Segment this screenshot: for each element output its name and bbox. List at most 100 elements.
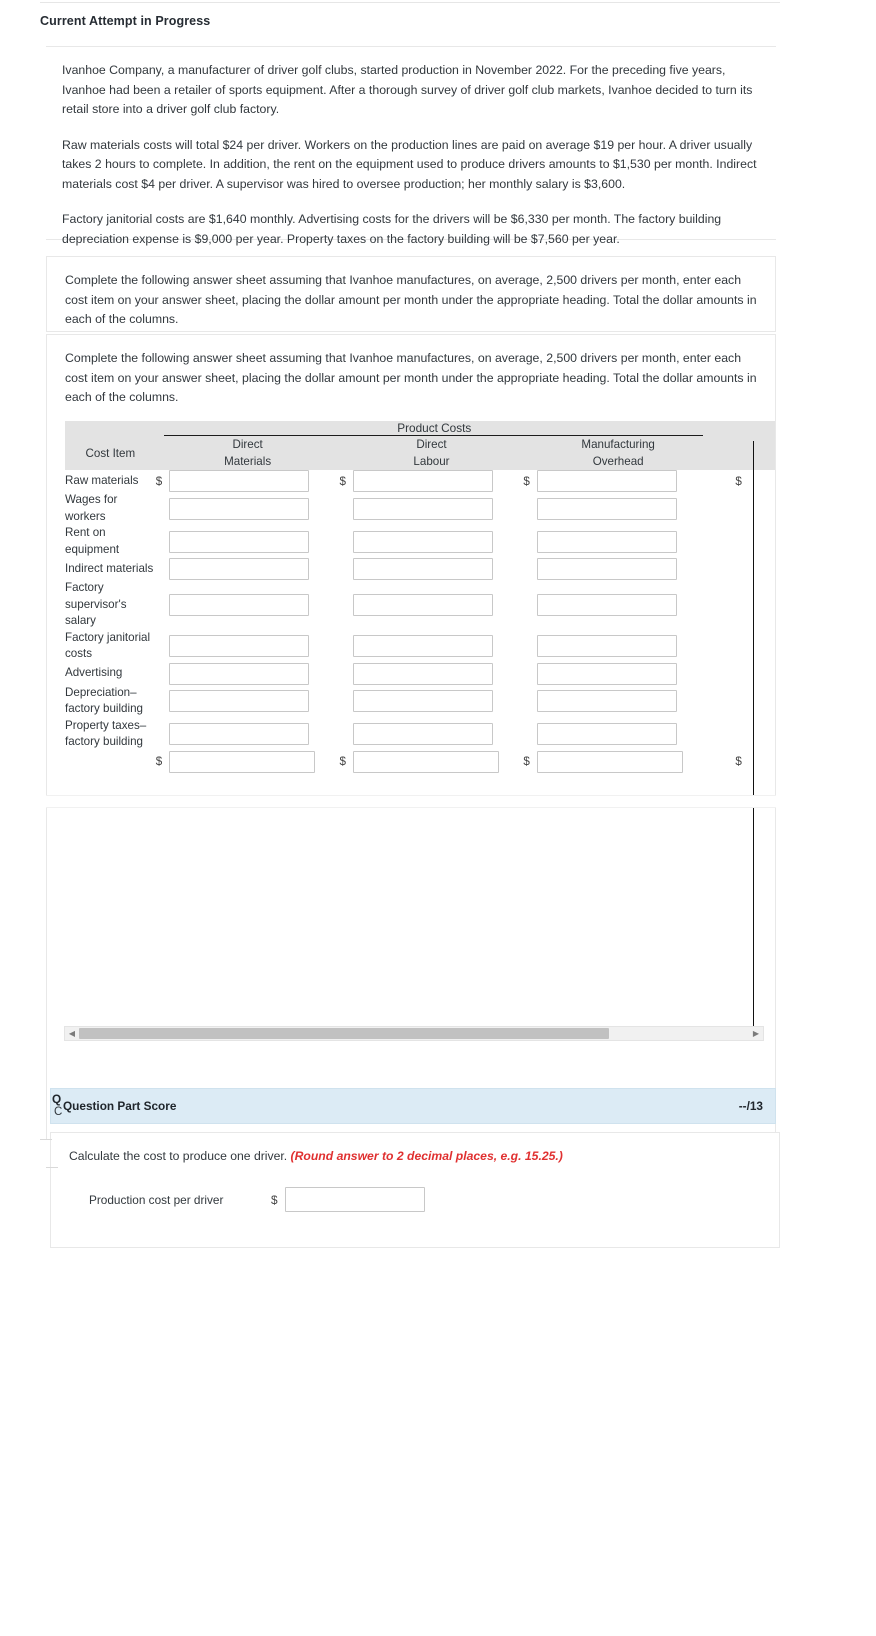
input-manufacturing-overhead-row-4[interactable] xyxy=(536,593,677,616)
header-direct-labour-line1: Direct xyxy=(416,438,447,451)
row-label: Advertising xyxy=(65,666,123,680)
row-1-dollar-manufacturing-overhead xyxy=(523,492,537,525)
cell-manufacturing-overhead-row-2 xyxy=(536,525,713,558)
cell-direct-labour-row-2 xyxy=(353,525,523,558)
row-8-dollar-direct-materials xyxy=(156,718,170,751)
row-gap xyxy=(713,525,735,558)
cell-direct-materials-row-7 xyxy=(169,685,339,718)
cost-table-scroll-viewport[interactable]: Product Costs Cost Item Direct Materials… xyxy=(65,421,775,1041)
row-4-dollar-manufacturing-overhead xyxy=(523,580,537,630)
production-cost-input[interactable] xyxy=(285,1187,425,1212)
row-5-dollar-direct-labour xyxy=(340,630,354,663)
cell-direct-labour-row-4 xyxy=(353,580,523,630)
cell-direct-labour-row-5 xyxy=(353,630,523,663)
table-row: Wages for workers xyxy=(65,492,775,525)
input-manufacturing-overhead-row-8[interactable] xyxy=(536,723,677,745)
row-gap xyxy=(713,663,735,685)
row-6-dollar-period xyxy=(735,663,749,685)
table-column-header-row: Cost Item Direct Materials Direct Labour… xyxy=(65,436,775,470)
production-cost-label: Production cost per driver xyxy=(89,1192,224,1207)
header-direct-labour: Direct Labour xyxy=(339,436,524,470)
row-4-dollar-direct-labour xyxy=(340,580,354,630)
row-5-dollar-manufacturing-overhead xyxy=(523,630,537,663)
instruction-card-upper: Complete the following answer sheet assu… xyxy=(46,256,776,332)
row-0-dollar-direct-materials: $ xyxy=(155,474,163,488)
cell-direct-materials-row-4 xyxy=(169,580,339,630)
input-direct-materials-row-5[interactable] xyxy=(169,635,310,657)
cell-direct-labour-row-6 xyxy=(353,662,523,685)
input-direct-materials-row-3[interactable] xyxy=(169,558,310,580)
row-8-dollar-direct-labour xyxy=(340,718,354,751)
input-direct-materials-row-4[interactable] xyxy=(169,593,310,616)
input-direct-labour-row-7[interactable] xyxy=(353,690,494,712)
input-direct-labour-row-8[interactable] xyxy=(353,723,494,745)
row-label: Factory janitorial costs xyxy=(65,630,151,661)
row-2-dollar-period xyxy=(735,525,749,558)
input-direct-labour-row-1[interactable] xyxy=(353,497,494,520)
input-manufacturing-overhead-row-7[interactable] xyxy=(536,690,677,712)
card-divider-top xyxy=(40,2,780,3)
table-row: Factory janitorial costs xyxy=(65,630,775,663)
totals-input-direct-labour[interactable] xyxy=(353,750,500,773)
totals-input-manufacturing-overhead[interactable] xyxy=(536,750,683,773)
input-direct-labour-row-4[interactable] xyxy=(353,593,494,616)
row-3-dollar-manufacturing-overhead xyxy=(523,558,537,580)
row-1-dollar-direct-materials xyxy=(156,492,170,525)
problem-paragraph-1: Ivanhoe Company, a manufacturer of drive… xyxy=(62,63,753,116)
header-manufacturing-overhead: Manufacturing Overhead xyxy=(523,436,713,470)
row-gap xyxy=(713,630,735,663)
input-manufacturing-overhead-row-5[interactable] xyxy=(536,635,677,657)
input-manufacturing-overhead-row-1[interactable] xyxy=(536,497,677,520)
cell-direct-materials-row-5 xyxy=(169,630,339,663)
row-7-dollar-direct-labour xyxy=(340,685,354,718)
header-direct-materials-line2: Materials xyxy=(224,455,272,468)
totals-dollar-period: $ xyxy=(735,755,742,768)
input-manufacturing-overhead-row-6[interactable] xyxy=(536,662,677,685)
row-0-dollar-manufacturing-overhead: $ xyxy=(523,474,530,488)
attempt-heading: Current Attempt in Progress xyxy=(40,14,211,28)
cell-manufacturing-overhead-row-0 xyxy=(536,470,713,492)
input-manufacturing-overhead-row-2[interactable] xyxy=(536,530,677,553)
cell-manufacturing-overhead-row-7 xyxy=(536,685,713,718)
row-label: Raw materials xyxy=(65,473,139,487)
input-direct-labour-row-0[interactable] xyxy=(353,470,494,492)
screenshot-stitch-seam-edge xyxy=(776,795,780,806)
row-gap xyxy=(713,718,735,751)
input-manufacturing-overhead-row-3[interactable] xyxy=(536,558,677,580)
input-direct-labour-row-3[interactable] xyxy=(353,558,494,580)
row-3-dollar-period xyxy=(735,558,749,580)
row-gap xyxy=(713,558,735,580)
input-direct-labour-row-6[interactable] xyxy=(353,662,494,685)
scroll-right-arrow-icon[interactable]: ▶ xyxy=(749,1027,763,1040)
instruction-text-2: Complete the following answer sheet assu… xyxy=(65,351,757,404)
totals-dollar-direct-materials: $ xyxy=(155,755,163,768)
input-direct-labour-row-5[interactable] xyxy=(353,635,494,657)
cell-direct-materials-row-3 xyxy=(169,558,339,580)
table-horizontal-scrollbar[interactable]: ◀ ▶ xyxy=(64,1026,764,1041)
header-direct-materials: Direct Materials xyxy=(155,436,340,470)
question-part-score-label: Question Part Score xyxy=(63,1099,177,1113)
problem-paragraph-2: Raw materials costs will total $24 per d… xyxy=(62,137,757,191)
rounding-note: (Round answer to 2 decimal places, e.g. … xyxy=(290,1149,563,1163)
cell-direct-labour-row-0 xyxy=(353,470,523,492)
scroll-left-arrow-icon[interactable]: ◀ xyxy=(65,1027,79,1040)
input-direct-materials-row-1[interactable] xyxy=(169,497,310,520)
input-direct-materials-row-6[interactable] xyxy=(169,662,310,685)
cell-direct-labour-row-8 xyxy=(353,718,523,751)
table-row: Depreciation–factory building xyxy=(65,685,775,718)
row-5-dollar-period xyxy=(735,630,749,663)
row-label: Factory supervisor's salary xyxy=(65,581,127,627)
row-gap xyxy=(713,492,735,525)
totals-input-direct-materials[interactable] xyxy=(169,750,316,773)
input-direct-labour-row-2[interactable] xyxy=(353,530,494,553)
scrollbar-thumb[interactable] xyxy=(79,1028,609,1039)
input-manufacturing-overhead-row-0[interactable] xyxy=(536,470,677,492)
input-direct-materials-row-0[interactable] xyxy=(169,470,310,492)
production-cost-card: Calculate the cost to produce one driver… xyxy=(50,1132,780,1248)
row-1-dollar-period xyxy=(735,492,749,525)
input-direct-materials-row-2[interactable] xyxy=(169,530,310,553)
input-direct-materials-row-8[interactable] xyxy=(169,723,310,745)
row-4-dollar-direct-materials xyxy=(156,580,170,630)
row-6-dollar-direct-materials xyxy=(156,663,170,685)
input-direct-materials-row-7[interactable] xyxy=(169,690,310,712)
